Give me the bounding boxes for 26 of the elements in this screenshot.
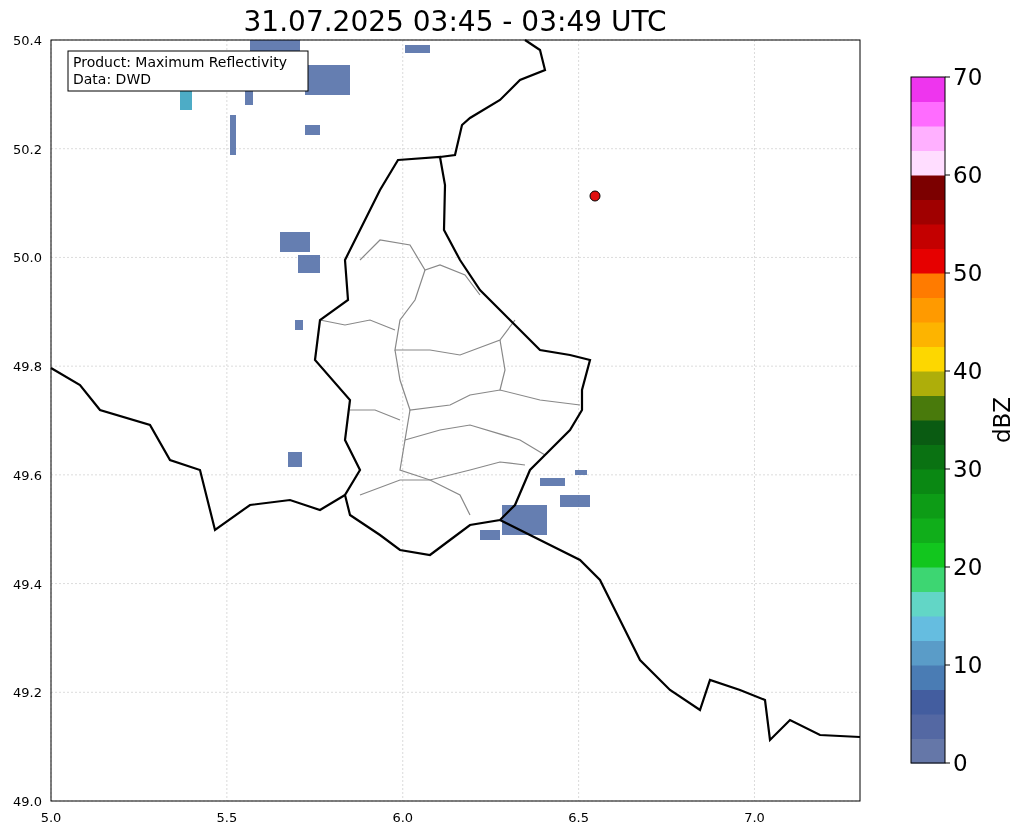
axis-tick-label: 5.0 [40,810,62,825]
colorbar-tick-label: 30 [953,456,983,482]
axis-tick-label: 49.2 [13,685,42,701]
colorbar-tick-label: 40 [953,358,983,384]
colorbar-label: dBZ [989,396,1015,444]
axis-tick-label: 7.0 [744,810,765,825]
chart-title: 31.07.2025 03:45 - 03:49 UTC [242,4,668,30]
colorbar-tick-label: 20 [953,554,983,580]
axis-tick-label: 50.4 [13,33,42,48]
colorbar-tick-label: 0 [953,750,968,776]
colorbar-tick-label: 70 [953,64,983,90]
colorbar-tick-label: 60 [953,162,983,188]
info-text: Product: Maximum Reflectivity [73,54,287,70]
axis-tick-label: 6.0 [392,810,414,825]
colorbar-tick-label: 50 [953,260,983,286]
axis-tick-label: 50.0 [13,250,42,266]
axis-tick-label: 49.6 [13,467,42,483]
axis-tick-label: 6.5 [568,810,589,825]
location-marker-icon [589,190,601,202]
axis-tick-label: 49.0 [13,794,42,809]
axis-tick-label: 50.2 [13,141,42,157]
axis-tick-label: 5.5 [216,810,238,825]
colorbar-tick-label: 10 [953,652,983,678]
axis-tick-label: 49.8 [13,359,42,375]
info-text: Data: DWD [73,71,151,87]
axis-tick-label: 49.4 [13,576,42,592]
